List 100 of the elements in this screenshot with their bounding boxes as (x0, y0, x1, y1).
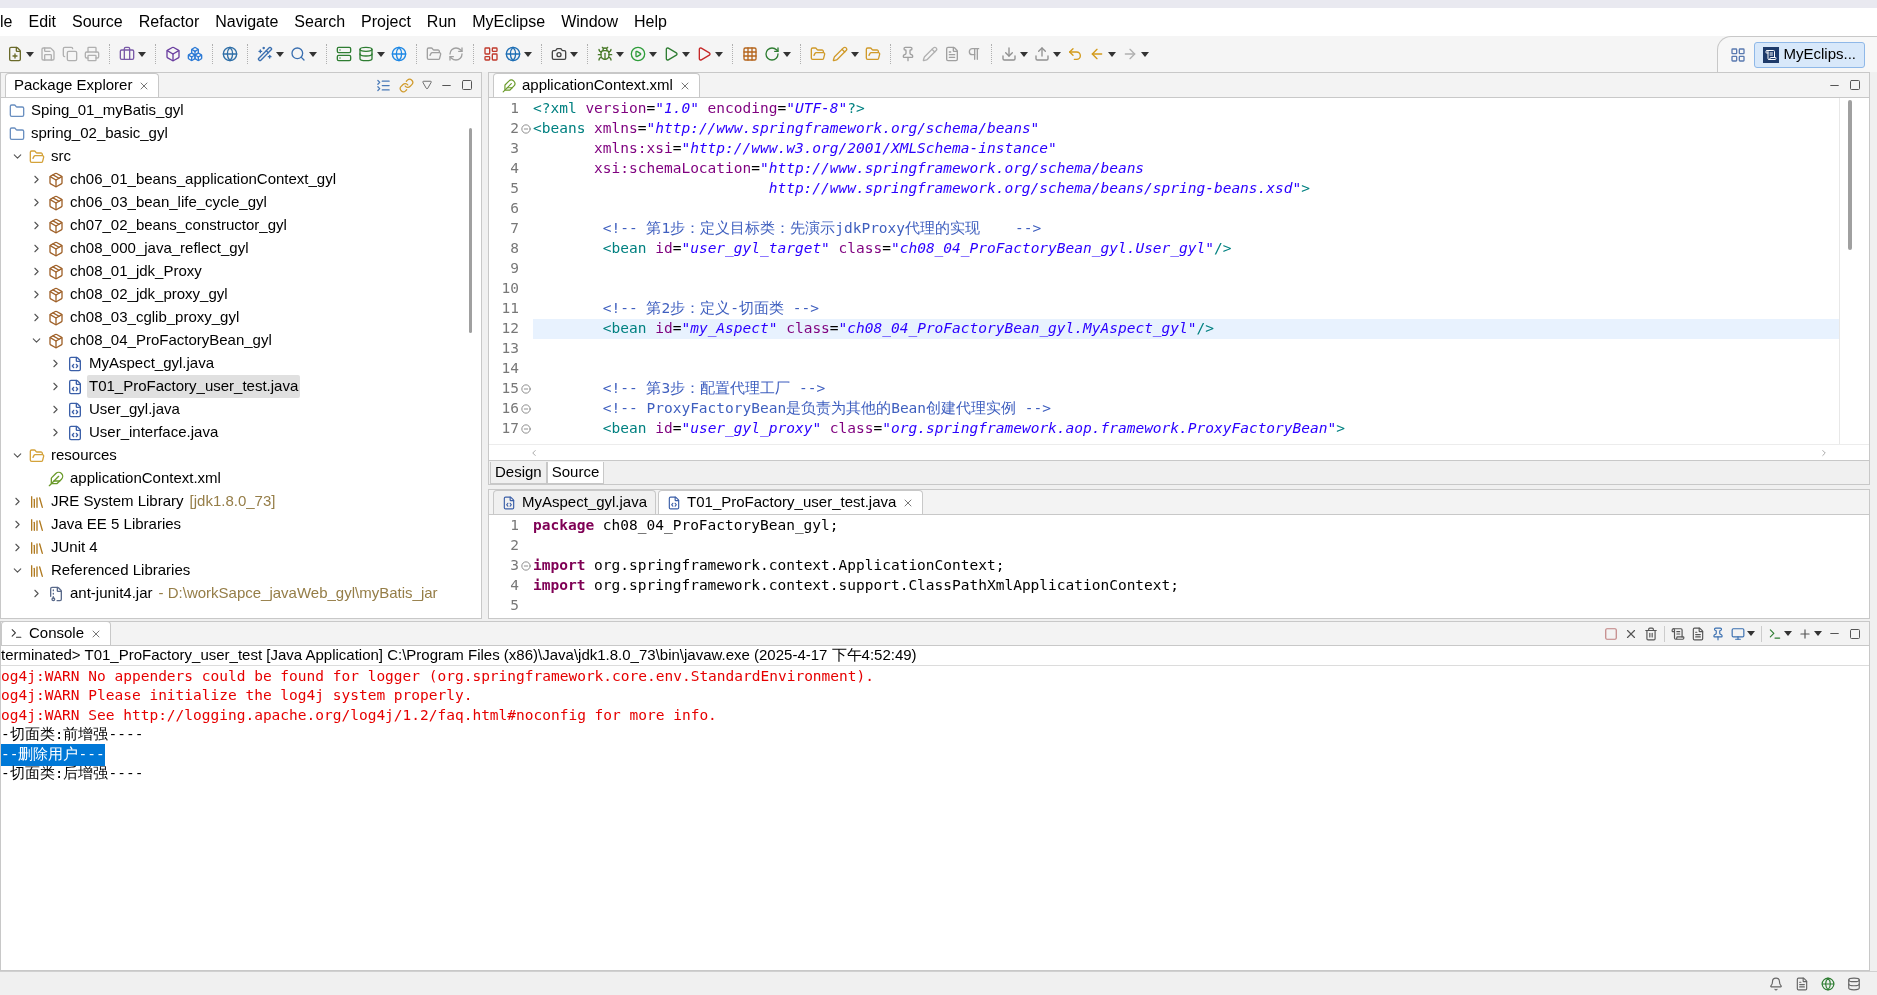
globe-icon[interactable] (222, 46, 238, 62)
tree-item[interactable]: User_interface.java (87, 421, 221, 444)
pin-icon[interactable] (900, 46, 916, 62)
document-icon[interactable] (1691, 626, 1705, 641)
tree-item[interactable]: ch06_03_bean_life_cycle_gyl (68, 191, 269, 214)
notification-icon[interactable] (1769, 976, 1783, 991)
dropdown-arrow-icon[interactable] (649, 51, 657, 57)
view-tab[interactable]: Package Explorer (5, 73, 160, 97)
server-icon[interactable] (336, 46, 352, 62)
tree-item[interactable]: ch08_01_jdk_Proxy (68, 260, 204, 283)
menu-item[interactable]: le (0, 10, 21, 34)
maximize-icon[interactable] (1849, 627, 1861, 640)
tree-item[interactable]: Sping_01_myBatis_gyl (29, 99, 186, 122)
editor-mode-tab[interactable]: Design (490, 462, 547, 484)
grid-icon[interactable] (742, 46, 758, 62)
menu-item[interactable]: Run (418, 10, 465, 34)
tree-item[interactable]: ch08_03_cglib_proxy_gyl (68, 306, 242, 329)
pilcrow-icon[interactable] (966, 46, 982, 62)
dropdown-arrow-icon[interactable] (138, 51, 146, 57)
scrollbar-thumb[interactable] (1848, 100, 1852, 250)
tree-item[interactable]: ch08_02_jdk_proxy_gyl (68, 283, 230, 306)
dropdown-arrow-icon[interactable] (276, 51, 284, 57)
dropdown-arrow-icon[interactable] (851, 51, 859, 57)
tree-item[interactable]: ch06_01_beans_applicationContext_gyl (68, 168, 339, 191)
view-tab[interactable]: MyAspect_gyl.java (493, 490, 657, 514)
dashboard-icon[interactable] (483, 46, 499, 62)
globe-icon[interactable] (1821, 976, 1835, 991)
dropdown-arrow-icon[interactable] (1020, 51, 1028, 57)
play-icon[interactable] (663, 46, 679, 62)
monitor-icon[interactable] (1731, 626, 1745, 641)
tree-item[interactable]: applicationContext.xml (68, 467, 223, 490)
tree-item[interactable]: Referenced Libraries (49, 559, 193, 582)
view-tab[interactable]: applicationContext.xml (493, 73, 700, 97)
pin-icon[interactable] (1711, 626, 1725, 641)
dropdown-arrow-icon[interactable] (783, 51, 791, 57)
refresh-icon[interactable] (448, 46, 464, 62)
tree-item[interactable]: ant-junit4.jar (68, 582, 155, 605)
dropdown-arrow-icon[interactable] (1108, 51, 1116, 57)
dropdown-arrow-icon[interactable] (26, 51, 34, 57)
globe-icon[interactable] (505, 46, 521, 62)
dropdown-arrow-icon[interactable] (682, 51, 690, 57)
folder-icon[interactable] (426, 46, 442, 62)
globe-icon[interactable] (391, 46, 407, 62)
view-tab[interactable]: Console (1, 622, 112, 645)
scroll-lock-icon[interactable] (1671, 626, 1685, 641)
search-icon[interactable] (290, 46, 306, 62)
camera-icon[interactable] (551, 46, 567, 62)
remove-all-icon[interactable] (1644, 626, 1658, 641)
wand-icon[interactable] (257, 46, 273, 62)
tree-item[interactable]: spring_02_basic_gyl (29, 122, 170, 145)
dropdown-arrow-icon[interactable] (377, 51, 385, 57)
tree-item[interactable]: ch08_000_java_reflect_gyl (68, 237, 251, 260)
tree-item[interactable]: User_gyl.java (87, 398, 182, 421)
dropdown-arrow-icon[interactable] (524, 51, 532, 57)
menu-item[interactable]: Help (626, 10, 675, 34)
new-file-icon[interactable] (7, 46, 23, 62)
tree-item[interactable]: T01_ProFactory_user_test.java (87, 375, 301, 398)
bug-icon[interactable] (597, 46, 613, 62)
dropdown-arrow-icon[interactable] (570, 51, 578, 57)
menu-item[interactable]: MyEclipse (464, 10, 554, 34)
dropdown-arrow-icon[interactable] (1784, 631, 1792, 636)
view-menu-icon[interactable] (422, 80, 432, 90)
menu-item[interactable]: Window (553, 10, 627, 34)
menu-item[interactable]: Edit (20, 10, 65, 34)
tree-item[interactable]: src (49, 145, 73, 168)
dropdown-arrow-icon[interactable] (1053, 51, 1061, 57)
maximize-icon[interactable] (1849, 79, 1861, 91)
menu-item[interactable]: Navigate (207, 10, 287, 34)
dropdown-arrow-icon[interactable] (309, 51, 317, 57)
tree-item[interactable]: MyAspect_gyl.java (87, 352, 217, 375)
dropdown-arrow-icon[interactable] (616, 51, 624, 57)
dropdown-arrow-icon[interactable] (1814, 631, 1822, 636)
perspective-button[interactable]: MyEclips... (1754, 41, 1865, 68)
menu-item[interactable]: Search (286, 10, 354, 34)
collapse-all-icon[interactable] (376, 77, 391, 93)
dropdown-arrow-icon[interactable] (715, 51, 723, 57)
play-icon[interactable] (696, 46, 712, 62)
menu-item[interactable]: Refactor (130, 10, 208, 34)
view-tab[interactable]: T01_ProFactory_user_test.java (658, 490, 924, 514)
tree-item[interactable]: ch08_04_ProFactoryBean_gyl (68, 329, 274, 352)
open-perspective-icon[interactable] (1730, 46, 1747, 63)
database-icon[interactable] (358, 46, 374, 62)
cubes-icon[interactable] (187, 46, 203, 62)
database-icon[interactable] (1847, 976, 1861, 991)
scrollbar-thumb[interactable] (469, 128, 472, 333)
menu-item[interactable]: Project (353, 10, 419, 34)
tree-item[interactable]: JUnit 4 (49, 536, 100, 559)
dropdown-arrow-icon[interactable] (1141, 51, 1149, 57)
tree-item[interactable]: resources (49, 444, 119, 467)
rotate-icon[interactable] (764, 46, 780, 62)
editor-mode-tab[interactable]: Source (546, 462, 605, 484)
cube-icon[interactable] (165, 46, 181, 62)
dropdown-arrow-icon[interactable] (1747, 631, 1755, 636)
document-icon[interactable] (1795, 976, 1809, 991)
maximize-icon[interactable] (461, 79, 473, 91)
tree-item[interactable]: ch07_02_beans_constructor_gyl (68, 214, 289, 237)
tree-item[interactable]: JRE System Library (49, 490, 186, 513)
menu-item[interactable]: Source (64, 10, 131, 34)
briefcase-icon[interactable] (119, 46, 135, 62)
tree-item[interactable]: Java EE 5 Libraries (49, 513, 184, 536)
